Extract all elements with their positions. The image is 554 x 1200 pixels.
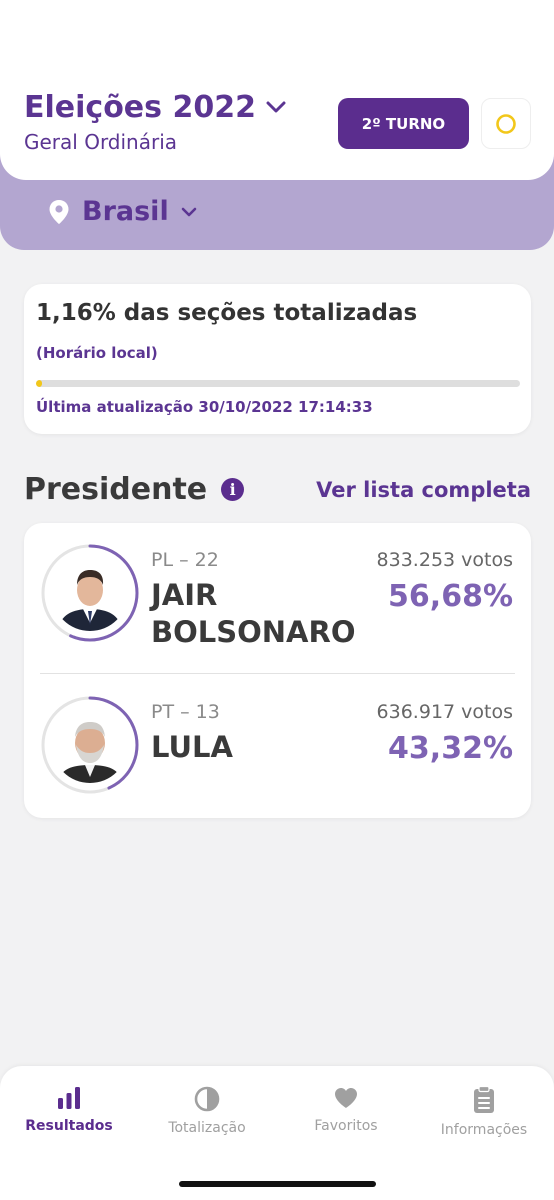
totalization-card: 1,16% das seções totalizadas (Horário lo… [24, 284, 531, 434]
candidate-row[interactable]: PT – 13 LULA 636.917 votos 43,32% [24, 675, 531, 815]
nav-item-resultados[interactable]: Resultados [4, 1086, 134, 1134]
candidate-percent: 56,68% [388, 579, 513, 614]
candidate-name-line1: JAIR [151, 578, 218, 612]
candidate-votes: 833.253 votos [376, 549, 513, 571]
candidate-name: LULA [151, 729, 371, 766]
totalization-progress-fill [36, 380, 42, 387]
candidate-avatar [40, 543, 140, 643]
location-label: Brasil [82, 196, 169, 227]
nav-item-favoritos[interactable]: Favoritos [281, 1086, 411, 1134]
candidate-percent: 43,32% [388, 731, 513, 766]
app-header: Eleições 2022 Geral Ordinária 2º TURNO [0, 0, 554, 180]
nav-label: Resultados [25, 1118, 113, 1134]
round-button[interactable]: 2º TURNO [338, 98, 469, 149]
election-title: Eleições 2022 [24, 90, 256, 125]
app-screen: Brasil Eleições 2022 Geral Ordinária 2º … [0, 0, 554, 1200]
location-selector[interactable]: Brasil [48, 196, 197, 227]
candidate-votes: 636.917 votos [376, 701, 513, 723]
totalization-progress-bar [36, 380, 520, 387]
bar-chart-icon [58, 1087, 80, 1109]
election-selector[interactable]: Eleições 2022 [24, 90, 286, 125]
theme-toggle-button[interactable] [481, 98, 531, 149]
candidate-avatar [40, 695, 140, 795]
local-time-note: (Horário local) [36, 344, 158, 362]
bottom-nav: Resultados Totalização Favoritos Informa… [0, 1066, 554, 1200]
candidate-name: JAIR BOLSONARO [151, 577, 371, 651]
divider [40, 673, 515, 674]
candidate-party: PT – 13 [151, 701, 220, 723]
election-subtitle: Geral Ordinária [24, 130, 178, 154]
candidate-photo [52, 555, 128, 631]
nav-label: Informações [440, 1122, 528, 1138]
info-icon[interactable]: i [221, 478, 245, 501]
candidate-name-line1: LULA [151, 730, 233, 764]
candidate-row[interactable]: PL – 22 JAIR BOLSONARO 833.253 votos 56,… [24, 523, 531, 663]
section-title: Presidente [24, 472, 208, 507]
map-pin-icon [49, 199, 69, 224]
nav-item-totalizacao[interactable]: Totalização [142, 1086, 272, 1136]
pie-icon [194, 1086, 220, 1112]
nav-label: Favoritos [314, 1118, 378, 1134]
candidate-photo [52, 707, 128, 783]
section-heading: Presidente i [24, 472, 245, 507]
candidates-card: PL – 22 JAIR BOLSONARO 833.253 votos 56,… [24, 523, 531, 818]
chevron-down-icon [266, 101, 286, 113]
clipboard-icon [474, 1086, 494, 1113]
home-indicator [179, 1181, 376, 1187]
candidate-party: PL – 22 [151, 549, 219, 571]
totalization-title: 1,16% das seções totalizadas [36, 300, 418, 326]
nav-item-informacoes[interactable]: Informações [419, 1086, 549, 1138]
heart-icon [335, 1088, 357, 1108]
candidate-name-line2: BOLSONARO [151, 615, 356, 649]
last-update: Última atualização 30/10/2022 17:14:33 [36, 398, 373, 416]
see-full-list-link[interactable]: Ver lista completa [316, 478, 531, 502]
chevron-down-icon [181, 207, 197, 216]
circle-icon [496, 113, 516, 134]
nav-label: Totalização [168, 1120, 246, 1136]
